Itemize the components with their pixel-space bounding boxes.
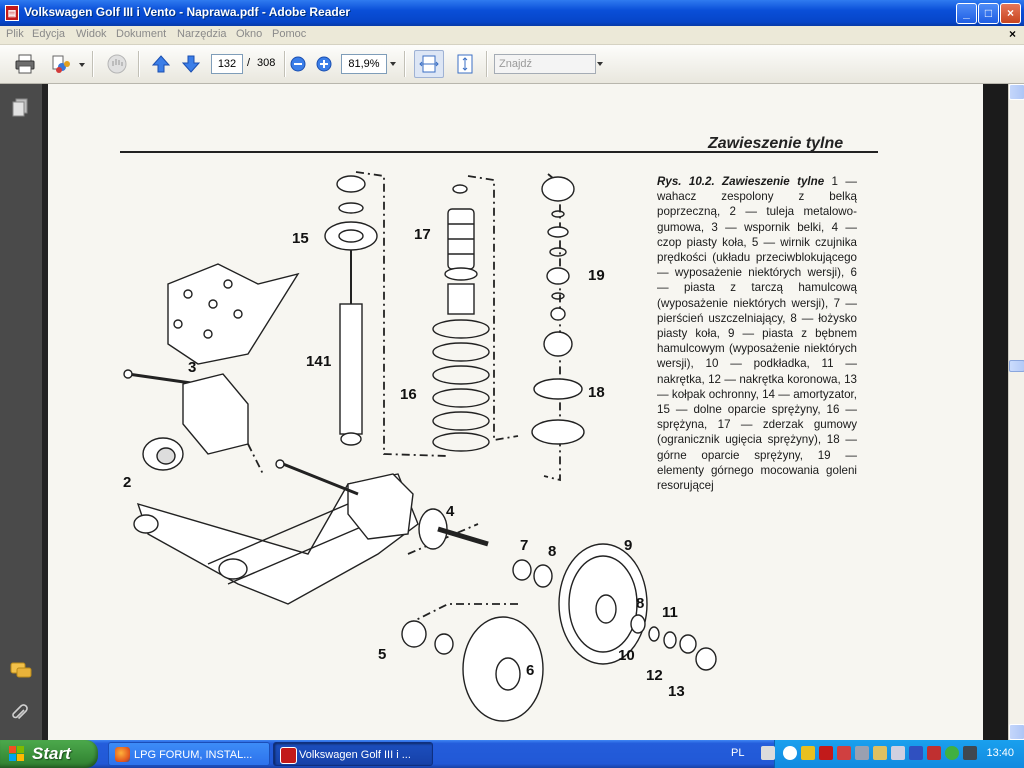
toolbar-separator <box>92 51 94 77</box>
hand-tool-icon[interactable] <box>106 53 128 75</box>
start-label: Start <box>32 744 71 763</box>
language-indicator[interactable]: PL <box>731 747 744 759</box>
search-dropdown-icon[interactable] <box>597 62 603 66</box>
menu-dokument[interactable]: Dokument <box>116 28 166 40</box>
callout-10: 10 <box>618 647 635 664</box>
callout-8: 8 <box>548 543 556 560</box>
firefox-icon <box>115 747 130 762</box>
zoom-in-icon[interactable] <box>316 56 332 72</box>
adobe-reader-icon <box>280 747 297 764</box>
window-title: Volkswagen Golf III i Vento - Naprawa.pd… <box>24 5 351 19</box>
close-button[interactable]: × <box>1000 3 1021 24</box>
toolbar-separator <box>138 51 140 77</box>
taskbar-item-label: Volkswagen Golf III i ... <box>299 749 411 761</box>
page-number-input[interactable]: 132 <box>211 54 243 74</box>
taskbar-item-firefox[interactable]: LPG FORUM, INSTAL... <box>108 742 270 766</box>
callout-18: 18 <box>588 384 605 401</box>
callout-2: 2 <box>123 474 131 491</box>
fit-page-icon[interactable] <box>454 53 476 75</box>
document-area[interactable]: Zawieszenie tylne Rys. 10.2. Zawieszenie… <box>42 84 1023 740</box>
adobe-updater-icon[interactable] <box>819 746 833 760</box>
clock[interactable]: 13:40 <box>986 747 1014 759</box>
wifi-icon[interactable] <box>945 746 959 760</box>
callout-15: 15 <box>292 230 309 247</box>
menu-narzedzia[interactable]: Narzędzia <box>177 28 227 40</box>
toolbar-separator <box>284 51 286 77</box>
fit-width-button[interactable] <box>414 50 444 78</box>
chevron-down-icon[interactable] <box>79 63 85 67</box>
comments-panel-icon[interactable] <box>10 662 32 680</box>
zoom-input[interactable]: 81,9% <box>341 54 387 74</box>
callout-5: 5 <box>378 646 386 663</box>
display-icon[interactable] <box>963 746 977 760</box>
callout-17: 17 <box>414 226 431 243</box>
attachments-panel-icon[interactable] <box>11 704 29 724</box>
fit-width-icon <box>419 55 439 73</box>
previous-page-icon[interactable] <box>150 53 172 75</box>
scroll-thumb[interactable] <box>1009 360 1024 372</box>
menu-widok[interactable]: Widok <box>76 28 107 40</box>
callout-12: 12 <box>646 667 663 684</box>
windows-logo-icon <box>9 746 24 761</box>
navigation-panel <box>0 84 43 740</box>
callout-19: 19 <box>588 267 605 284</box>
vertical-scrollbar[interactable] <box>1008 84 1024 740</box>
zoom-dropdown-icon[interactable] <box>390 62 396 66</box>
toolbar-separator <box>486 51 488 77</box>
close-icon: × <box>1006 6 1014 20</box>
callout-6: 6 <box>526 662 534 679</box>
close-document-icon[interactable]: × <box>1009 27 1016 41</box>
callout-11: 11 <box>662 604 678 621</box>
taskbar: Start LPG FORUM, INSTAL... Volkswagen Go… <box>0 740 1024 768</box>
coil-spring <box>432 319 490 452</box>
volume-icon[interactable] <box>891 746 905 760</box>
system-tray: PL 13:40 <box>731 740 1024 768</box>
adobe-reader-icon: ▤ <box>5 5 19 21</box>
menu-pomoc[interactable]: Pomoc <box>272 28 306 40</box>
start-button[interactable]: Start <box>0 740 98 768</box>
callout-13: 13 <box>668 683 685 700</box>
menu-okno[interactable]: Okno <box>236 28 262 40</box>
pages-panel-icon[interactable] <box>11 98 29 118</box>
callout-7: 7 <box>520 537 528 554</box>
keyboard-icon[interactable] <box>761 746 775 760</box>
page-separator: / <box>247 57 251 69</box>
callout-8b: 8 <box>636 595 644 612</box>
pdf-page: Zawieszenie tylne Rys. 10.2. Zawieszenie… <box>48 84 983 740</box>
menu-edycja[interactable]: Edycja <box>32 28 65 40</box>
zoom-out-icon[interactable] <box>290 56 306 72</box>
scroll-up-button[interactable] <box>1009 84 1024 100</box>
taskbar-item-adobe-reader[interactable]: Volkswagen Golf III i ... <box>273 742 433 766</box>
network-alert-icon[interactable] <box>837 746 851 760</box>
page-total: 308 <box>257 57 276 69</box>
menu-bar: Plik Edycja Widok Dokument Narzędzia Okn… <box>0 26 1024 45</box>
scroll-down-button[interactable] <box>1009 724 1024 740</box>
print-icon[interactable] <box>14 53 36 75</box>
callout-1: 1 <box>323 353 331 370</box>
shield-icon[interactable] <box>801 746 815 760</box>
toolbar: 132 / 308 81,9% Znajdź <box>0 45 1024 84</box>
collaborate-icon[interactable] <box>50 53 72 75</box>
maximize-icon: □ <box>984 6 993 20</box>
callout-4: 4 <box>446 503 455 520</box>
toolbar-separator <box>404 51 406 77</box>
messenger-icon[interactable] <box>873 746 887 760</box>
minimize-button[interactable]: _ <box>956 3 977 24</box>
minimize-icon: _ <box>963 6 970 20</box>
expand-tray-icon[interactable] <box>783 746 797 760</box>
search-input[interactable]: Znajdź <box>494 54 596 74</box>
suspension-diagram: 1 2 3 4 5 6 7 8 9 8 10 11 12 13 14 15 16… <box>123 171 717 722</box>
next-page-icon[interactable] <box>180 53 202 75</box>
callout-3: 3 <box>188 359 196 376</box>
callout-16: 16 <box>400 386 417 403</box>
window-titlebar[interactable]: ▤ Volkswagen Golf III i Vento - Naprawa.… <box>0 0 1024 26</box>
callout-14: 14 <box>306 353 323 370</box>
taskbar-item-label: LPG FORUM, INSTAL... <box>134 749 253 761</box>
connection-icon[interactable] <box>855 746 869 760</box>
antivirus-icon[interactable] <box>927 746 941 760</box>
menu-plik[interactable]: Plik <box>6 28 24 40</box>
callout-9: 9 <box>624 537 632 554</box>
bluetooth-icon[interactable] <box>909 746 923 760</box>
maximize-button[interactable]: □ <box>978 3 999 24</box>
